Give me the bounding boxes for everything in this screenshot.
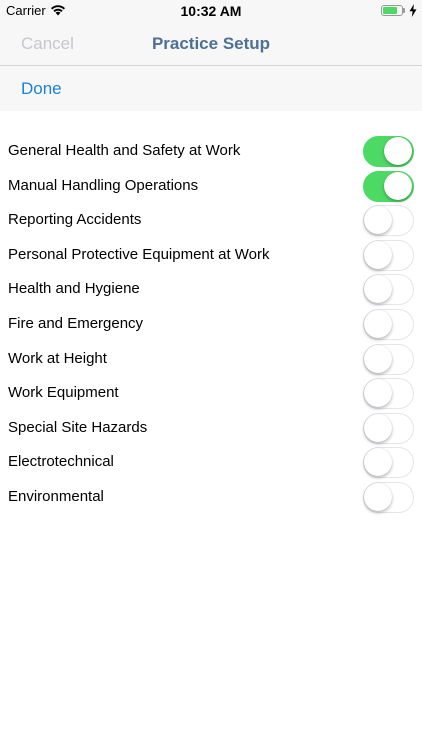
- toggle-knob: [384, 137, 412, 165]
- topic-label: Work Equipment: [8, 384, 119, 402]
- topic-toggle[interactable]: [363, 481, 414, 513]
- battery-level-fill: [383, 7, 397, 14]
- topic-toggle[interactable]: [363, 136, 414, 167]
- topic-label: Special Site Hazards: [8, 418, 148, 436]
- topic-toggle[interactable]: [363, 308, 414, 340]
- status-bar: Carrier 10:32 AM: [0, 0, 422, 22]
- topic-row: Environmental: [0, 480, 422, 515]
- toggle-knob: [384, 171, 412, 200]
- topic-row: Manual Handling Operations: [0, 169, 422, 204]
- topic-list: General Health and Safety at Work Manual…: [0, 134, 422, 515]
- toggle-knob: [364, 448, 392, 477]
- toggle-knob: [364, 413, 392, 442]
- topic-label: Reporting Accidents: [8, 211, 142, 229]
- topic-label: General Health and Safety at Work: [8, 142, 241, 159]
- toggle-knob: [364, 206, 392, 235]
- topic-row: Work Equipment: [0, 376, 422, 411]
- battery-cap: [403, 8, 405, 13]
- topic-label: Fire and Emergency: [8, 314, 144, 332]
- charging-bolt-icon: [409, 4, 417, 17]
- navigation-bar: Cancel Practice Setup: [0, 22, 422, 66]
- topic-toggle[interactable]: [363, 447, 414, 479]
- topic-label: Personal Protective Equipment at Work: [8, 245, 270, 263]
- page-title: Practice Setup: [151, 34, 271, 53]
- topic-toggle[interactable]: [363, 412, 414, 444]
- topic-toggle[interactable]: [363, 274, 414, 306]
- done-button[interactable]: Done: [21, 79, 62, 99]
- toggle-knob: [364, 482, 392, 511]
- topic-label: Work at Height: [8, 349, 107, 367]
- toggle-knob: [364, 344, 392, 373]
- topic-row: Work at Height: [0, 342, 422, 377]
- topic-label: Health and Hygiene: [8, 280, 140, 298]
- topic-label: Manual Handling Operations: [8, 176, 199, 194]
- toggle-knob: [364, 379, 392, 408]
- topic-toggle[interactable]: [363, 343, 414, 375]
- topic-toggle[interactable]: [363, 205, 414, 237]
- topic-label: Electrotechnical: [8, 453, 114, 471]
- topic-row: Personal Protective Equipment at Work: [0, 238, 422, 273]
- battery-icon: [381, 5, 403, 16]
- toggle-knob: [364, 240, 392, 269]
- topic-toggle[interactable]: [363, 378, 414, 410]
- topic-toggle[interactable]: [363, 239, 414, 271]
- toggle-knob: [364, 275, 392, 304]
- topic-row: Fire and Emergency: [0, 307, 422, 342]
- topic-toggle[interactable]: [363, 170, 414, 202]
- toolbar: Done: [0, 66, 422, 111]
- topic-row: Special Site Hazards: [0, 411, 422, 446]
- topic-row: Electrotechnical: [0, 445, 422, 480]
- topic-row: Reporting Accidents: [0, 203, 422, 238]
- toggle-knob: [364, 309, 392, 338]
- topic-label: Environmental: [8, 487, 104, 505]
- status-time: 10:32 AM: [180, 3, 242, 19]
- topic-row: General Health and Safety at Work: [0, 134, 422, 169]
- topic-row: Health and Hygiene: [0, 272, 422, 307]
